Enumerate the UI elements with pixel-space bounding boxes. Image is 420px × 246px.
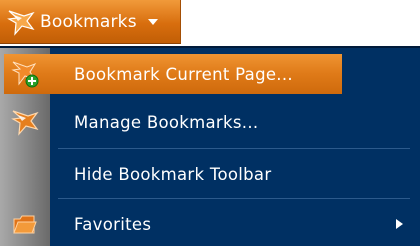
- menu-item-label: Hide Bookmark Toolbar: [74, 164, 272, 184]
- bookmarks-menu-label: Bookmarks: [40, 11, 137, 32]
- bookmarks-menu-button[interactable]: Bookmarks: [0, 0, 181, 44]
- menu-item-manage-bookmarks[interactable]: Manage Bookmarks...: [0, 98, 420, 146]
- bookmark-star-icon: [7, 9, 35, 36]
- menu-item-hide-bookmark-toolbar[interactable]: Hide Bookmark Toolbar: [0, 150, 420, 198]
- menu-separator: [58, 148, 410, 149]
- bookmarks-dropdown: Bookmark Current Page... Manage Bookmark…: [0, 46, 420, 246]
- menu-item-bookmark-current-page[interactable]: Bookmark Current Page...: [4, 54, 342, 94]
- chevron-down-icon: [147, 18, 158, 25]
- menu-item-favorites[interactable]: Favorites: [0, 200, 420, 246]
- menu-item-label: Bookmark Current Page...: [74, 64, 293, 84]
- bookmarks-menu-screen: Bookmarks Bookmark Current Page... Manag…: [0, 0, 420, 246]
- menu-separator: [58, 198, 410, 199]
- folder-icon: [13, 215, 37, 234]
- menu-item-label: Manage Bookmarks...: [74, 112, 259, 132]
- chevron-right-icon: [396, 219, 403, 229]
- menu-item-label: Favorites: [74, 214, 152, 234]
- add-bookmark-icon: [11, 61, 39, 88]
- bookmark-star-icon: [11, 110, 39, 136]
